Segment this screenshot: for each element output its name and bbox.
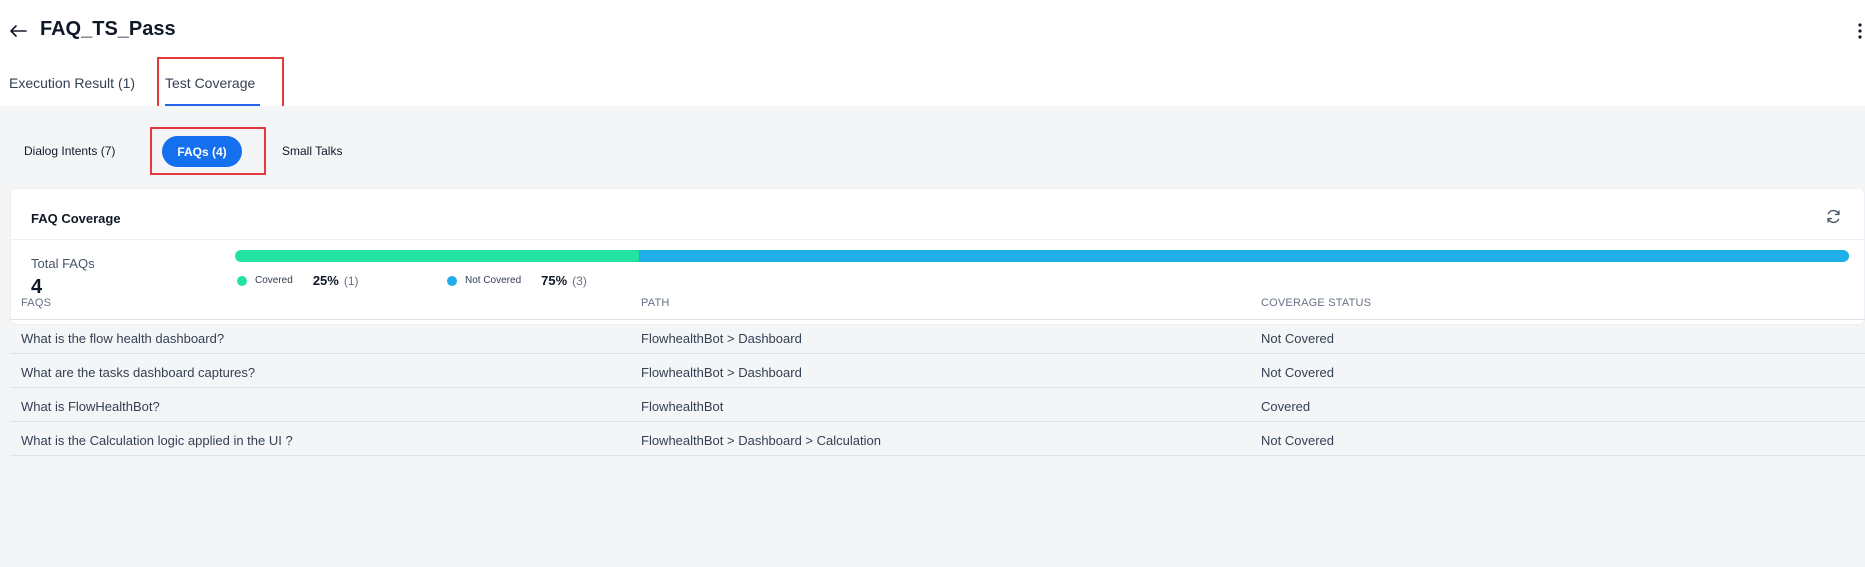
page-header: FAQ_TS_Pass Execution Result (1) Test Co… [0,0,1865,115]
refresh-icon[interactable] [1825,208,1842,225]
not-covered-dot-icon [447,275,457,286]
table-row[interactable]: What is the Calculation logic applied in… [10,422,1865,456]
subtab-small-talks[interactable]: Small Talks [282,144,342,158]
faq-coverage-status: Not Covered [1261,331,1334,346]
table-row[interactable]: What is the flow health dashboard? Flowh… [10,320,1865,354]
legend-covered-label: Covered [255,275,293,286]
faq-question: What is the Calculation logic applied in… [21,433,293,448]
table-row[interactable]: What are the tasks dashboard captures? F… [10,354,1865,388]
legend-not-covered-label: Not Covered [465,275,522,286]
subtab-dialog-intents[interactable]: Dialog Intents (7) [24,144,115,158]
coverage-bar-not-covered-segment [638,250,1849,262]
more-options-icon[interactable] [1857,22,1863,40]
table-header-row: FAQS PATH COVERAGE STATUS [10,286,1865,320]
total-faqs-label: Total FAQs [31,256,95,271]
coverage-content: Dialog Intents (7) FAQs (4) Small Talks … [0,106,1865,567]
column-header-faqs: FAQS [21,297,52,309]
coverage-bar-covered-segment [235,250,639,262]
faq-question: What is FlowHealthBot? [21,399,160,414]
faq-path: FlowhealthBot > Dashboard [641,331,802,346]
faq-question: What are the tasks dashboard captures? [21,365,256,380]
highlight-box-faqs [150,127,266,175]
faq-coverage-status: Not Covered [1261,365,1334,380]
column-header-coverage-status: COVERAGE STATUS [1261,297,1372,309]
page-title: FAQ_TS_Pass [40,18,176,40]
faq-path: FlowhealthBot [641,399,724,414]
covered-dot-icon [237,275,247,286]
faq-question: What is the flow health dashboard? [21,331,225,346]
faq-path: FlowhealthBot > Dashboard > Calculation [641,433,881,448]
card-title: FAQ Coverage [31,211,121,226]
card-divider [11,239,1864,240]
faq-coverage-status: Covered [1261,399,1311,414]
coverage-progress-bar [235,250,1849,262]
table-row[interactable]: What is FlowHealthBot? FlowhealthBot Cov… [10,388,1865,422]
faq-coverage-status: Not Covered [1261,433,1334,448]
back-arrow-icon[interactable] [7,20,29,42]
tab-execution-result[interactable]: Execution Result (1) [9,75,135,91]
faq-path: FlowhealthBot > Dashboard [641,365,802,380]
column-header-path: PATH [641,297,670,309]
